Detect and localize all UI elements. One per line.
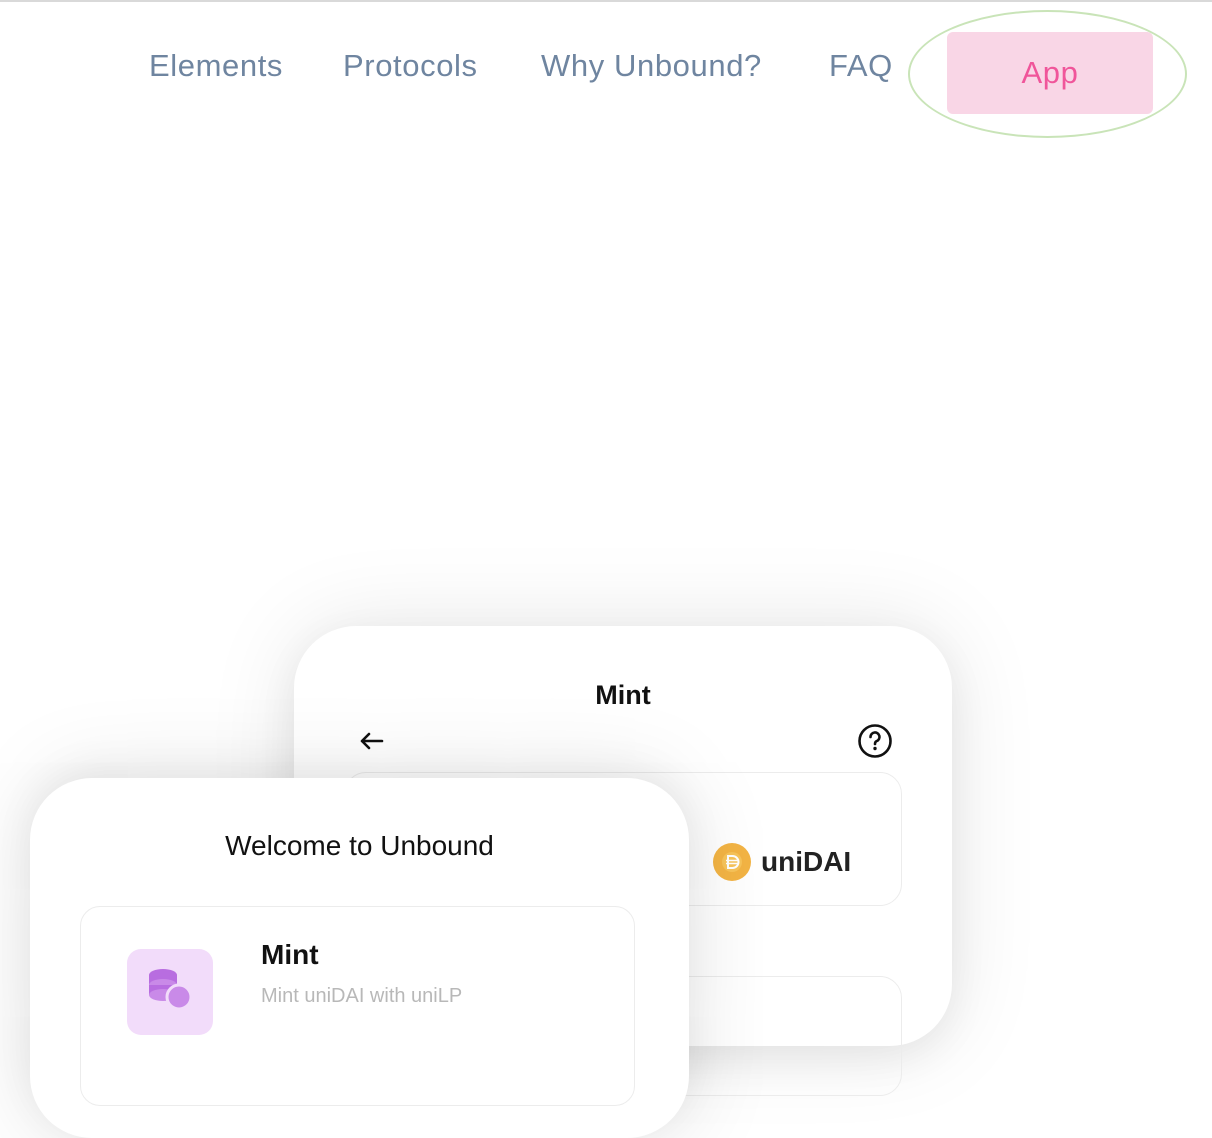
welcome-card: Welcome to Unbound Mint Mint uniDAI with… [30, 778, 689, 1138]
back-arrow-icon[interactable] [356, 726, 386, 756]
app-button[interactable]: App [947, 32, 1153, 114]
mint-option-subtitle: Mint uniDAI with uniLP [261, 985, 463, 1007]
token-selector[interactable]: uniDAI [713, 843, 851, 881]
nav-link-elements[interactable]: Elements [149, 48, 283, 84]
welcome-card-title: Welcome to Unbound [225, 830, 494, 861]
coins-stack-icon [127, 949, 213, 1035]
nav-link-why-unbound[interactable]: Why Unbound? [541, 48, 762, 84]
mint-option[interactable]: Mint Mint uniDAI with uniLP [80, 906, 635, 1106]
nav-link-faq[interactable]: FAQ [829, 48, 893, 84]
mint-card-title: Mint [595, 680, 651, 710]
nav-link-protocols[interactable]: Protocols [343, 48, 478, 84]
help-question-icon[interactable] [857, 723, 893, 759]
dai-coin-icon [713, 843, 751, 881]
mint-option-title: Mint [261, 939, 319, 970]
top-border [0, 0, 1212, 2]
token-label: uniDAI [761, 846, 852, 877]
